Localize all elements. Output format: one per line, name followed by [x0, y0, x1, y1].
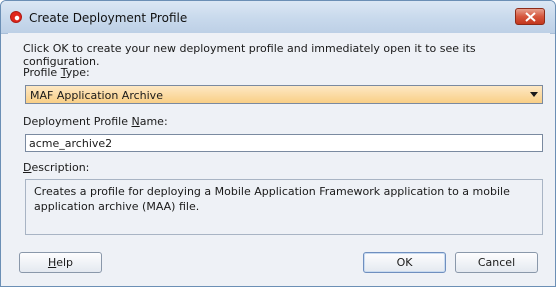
description-box: Creates a profile for deploying a Mobile… — [25, 179, 543, 235]
title-bar[interactable]: Create Deployment Profile — [1, 1, 555, 34]
close-icon — [525, 12, 536, 22]
dialog-content: Click OK to create your new deployment p… — [8, 33, 550, 281]
description-label: Description: — [23, 161, 90, 174]
profile-type-selected-value: MAF Application Archive — [30, 89, 163, 102]
cancel-button[interactable]: Cancel — [455, 252, 538, 273]
close-button[interactable] — [515, 8, 545, 25]
profile-type-label: Profile Type: — [23, 66, 90, 79]
description-text: Creates a profile for deploying a Mobile… — [34, 185, 510, 213]
oracle-app-icon — [10, 11, 22, 23]
profile-name-input[interactable]: acme_archive2 — [25, 134, 543, 152]
profile-name-label: Deployment Profile Name: — [23, 115, 168, 128]
ok-button[interactable]: OK — [363, 252, 446, 273]
intro-text: Click OK to create your new deployment p… — [23, 42, 476, 68]
dropdown-arrow-icon[interactable] — [530, 92, 538, 97]
profile-name-value: acme_archive2 — [29, 137, 113, 150]
window-title: Create Deployment Profile — [29, 11, 188, 25]
help-button[interactable]: Help — [19, 252, 102, 273]
profile-type-dropdown[interactable]: MAF Application Archive — [25, 85, 543, 104]
create-deployment-profile-dialog: Create Deployment Profile Click OK to cr… — [0, 0, 556, 287]
